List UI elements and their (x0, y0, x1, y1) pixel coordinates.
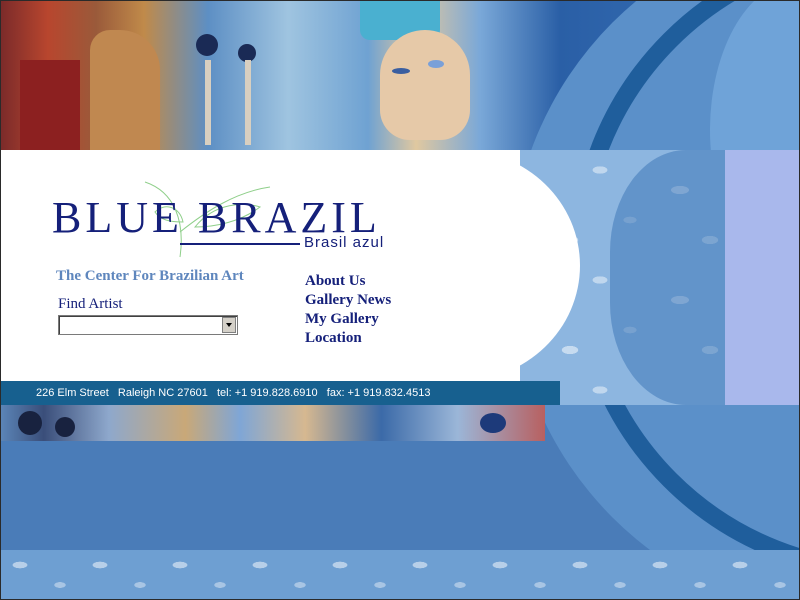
painting-shape (20, 60, 80, 150)
logo-underline (180, 243, 300, 245)
painting-shape (205, 60, 211, 145)
nav-about-us[interactable]: About Us (305, 272, 391, 291)
nav-my-gallery[interactable]: My Gallery (305, 310, 391, 329)
painting-face (380, 30, 470, 140)
painting-shape (245, 60, 251, 145)
main-nav: About Us Gallery News My Gallery Locatio… (305, 272, 391, 348)
address-text: 226 Elm Street Raleigh NC 27601 tel: +1 … (36, 387, 431, 399)
painting-strip (0, 405, 545, 441)
logo-subtitle: Brasil azul (304, 234, 385, 251)
nav-gallery-news[interactable]: Gallery News (305, 291, 391, 310)
painting-shape (480, 413, 506, 433)
find-artist-label: Find Artist (58, 296, 123, 312)
painting-shape (90, 30, 160, 150)
nav-location[interactable]: Location (305, 329, 391, 348)
tagline: The Center For Brazilian Art (56, 268, 244, 284)
painting-shape (428, 60, 444, 68)
find-artist-select[interactable] (58, 315, 238, 335)
painting-shape (392, 68, 410, 74)
painting-shape (18, 411, 42, 435)
lavender-strip (725, 150, 800, 405)
painting-shape (196, 34, 218, 56)
painting-shape (55, 417, 75, 437)
chevron-down-icon[interactable] (222, 317, 236, 333)
bottom-leaf-band (0, 550, 800, 600)
